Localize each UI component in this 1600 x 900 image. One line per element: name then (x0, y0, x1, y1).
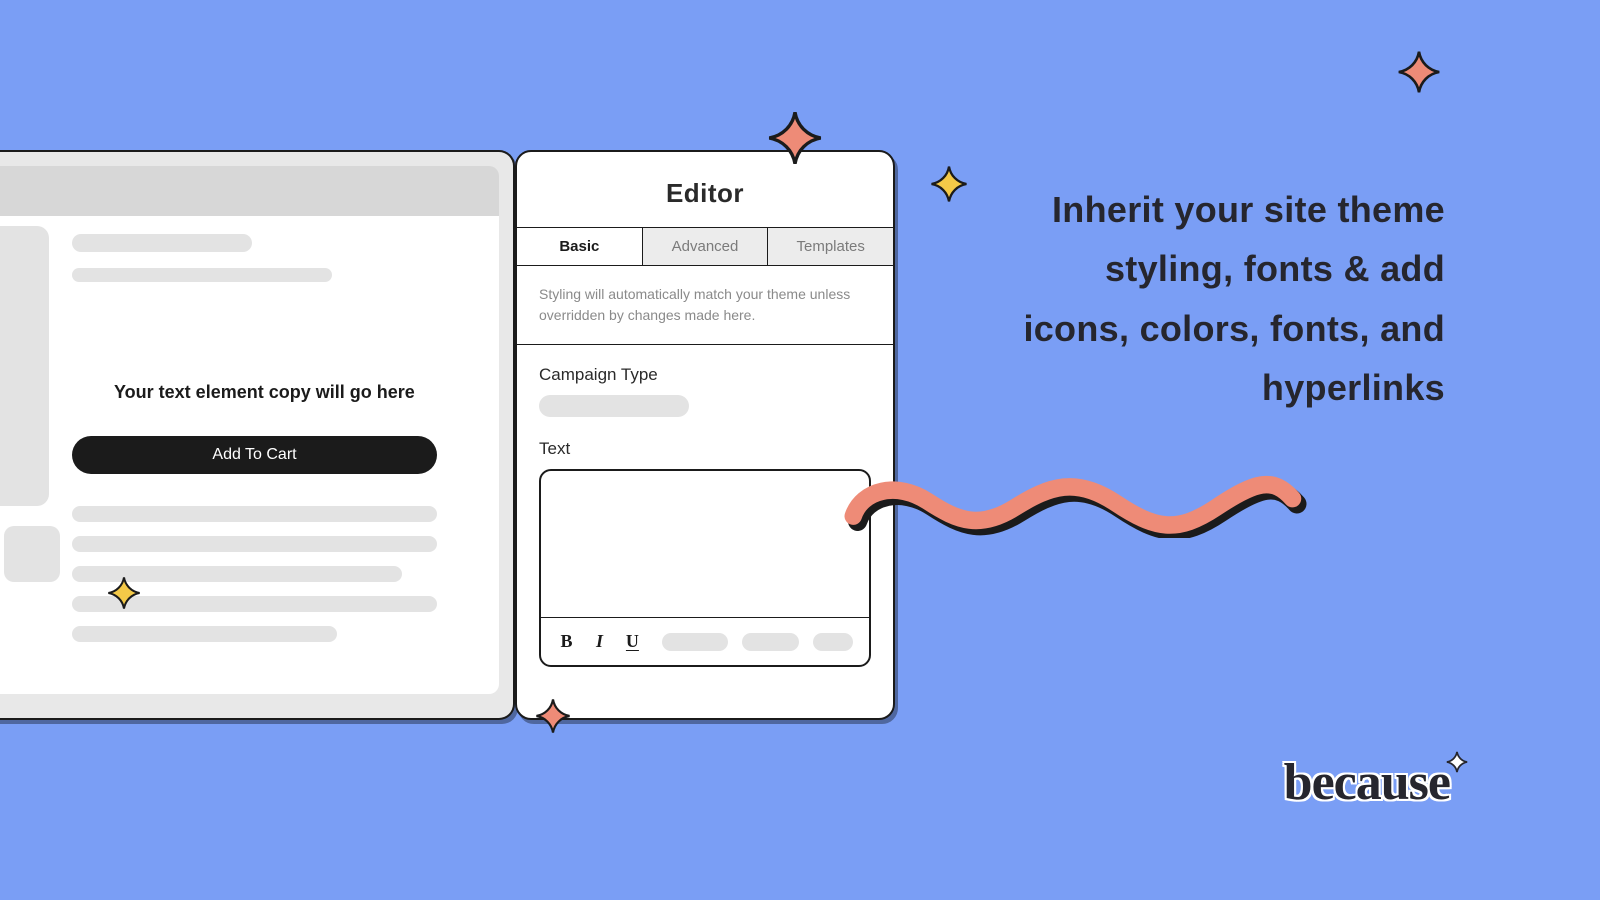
campaign-type-section: Campaign Type (517, 345, 893, 417)
skeleton-title (72, 234, 252, 252)
text-editor-toolbar: B I U (541, 617, 869, 665)
tab-templates[interactable]: Templates (768, 228, 893, 265)
editor-title: Editor (517, 152, 893, 227)
preview-window: Your text element copy will go here Add … (0, 150, 515, 720)
editor-panel: Editor Basic Advanced Templates Styling … (515, 150, 895, 720)
sparkle-icon (107, 576, 141, 610)
toolbar-skeleton (742, 633, 799, 651)
skeleton-image (0, 226, 49, 506)
campaign-type-value-skeleton (539, 395, 689, 417)
skeleton-line (72, 506, 437, 522)
campaign-type-label: Campaign Type (539, 365, 871, 385)
preview-body: Your text element copy will go here Add … (0, 216, 499, 694)
brand-wordmark: because (1284, 754, 1450, 811)
skeleton-line (72, 626, 337, 642)
preview-topbar (0, 166, 499, 216)
skeleton-thumbs (0, 526, 60, 582)
editor-tabs: Basic Advanced Templates (517, 227, 893, 266)
toolbar-skeleton (662, 633, 728, 651)
sparkle-icon (930, 165, 968, 203)
skeleton-line (72, 536, 437, 552)
tab-basic[interactable]: Basic (517, 228, 643, 265)
underline-button[interactable]: U (623, 631, 642, 652)
preview-placeholder-text: Your text element copy will go here (114, 382, 415, 403)
skeleton-subtitle (72, 268, 332, 282)
marketing-headline: Inherit your site theme styling, fonts &… (1005, 180, 1445, 418)
sparkle-icon (1446, 751, 1468, 773)
brand-logo: because (1284, 753, 1450, 812)
sparkle-icon (1397, 50, 1441, 94)
tab-advanced[interactable]: Advanced (643, 228, 769, 265)
toolbar-skeleton (813, 633, 853, 651)
italic-button[interactable]: I (590, 631, 609, 652)
sparkle-icon (767, 110, 823, 166)
editor-helper-text: Styling will automatically match your th… (517, 266, 893, 345)
bold-button[interactable]: B (557, 631, 576, 652)
text-section: Text B I U (517, 417, 893, 667)
wave-connector-icon (812, 468, 1332, 538)
sparkle-icon (535, 698, 571, 734)
text-label: Text (539, 439, 871, 459)
add-to-cart-button[interactable]: Add To Cart (72, 436, 437, 474)
